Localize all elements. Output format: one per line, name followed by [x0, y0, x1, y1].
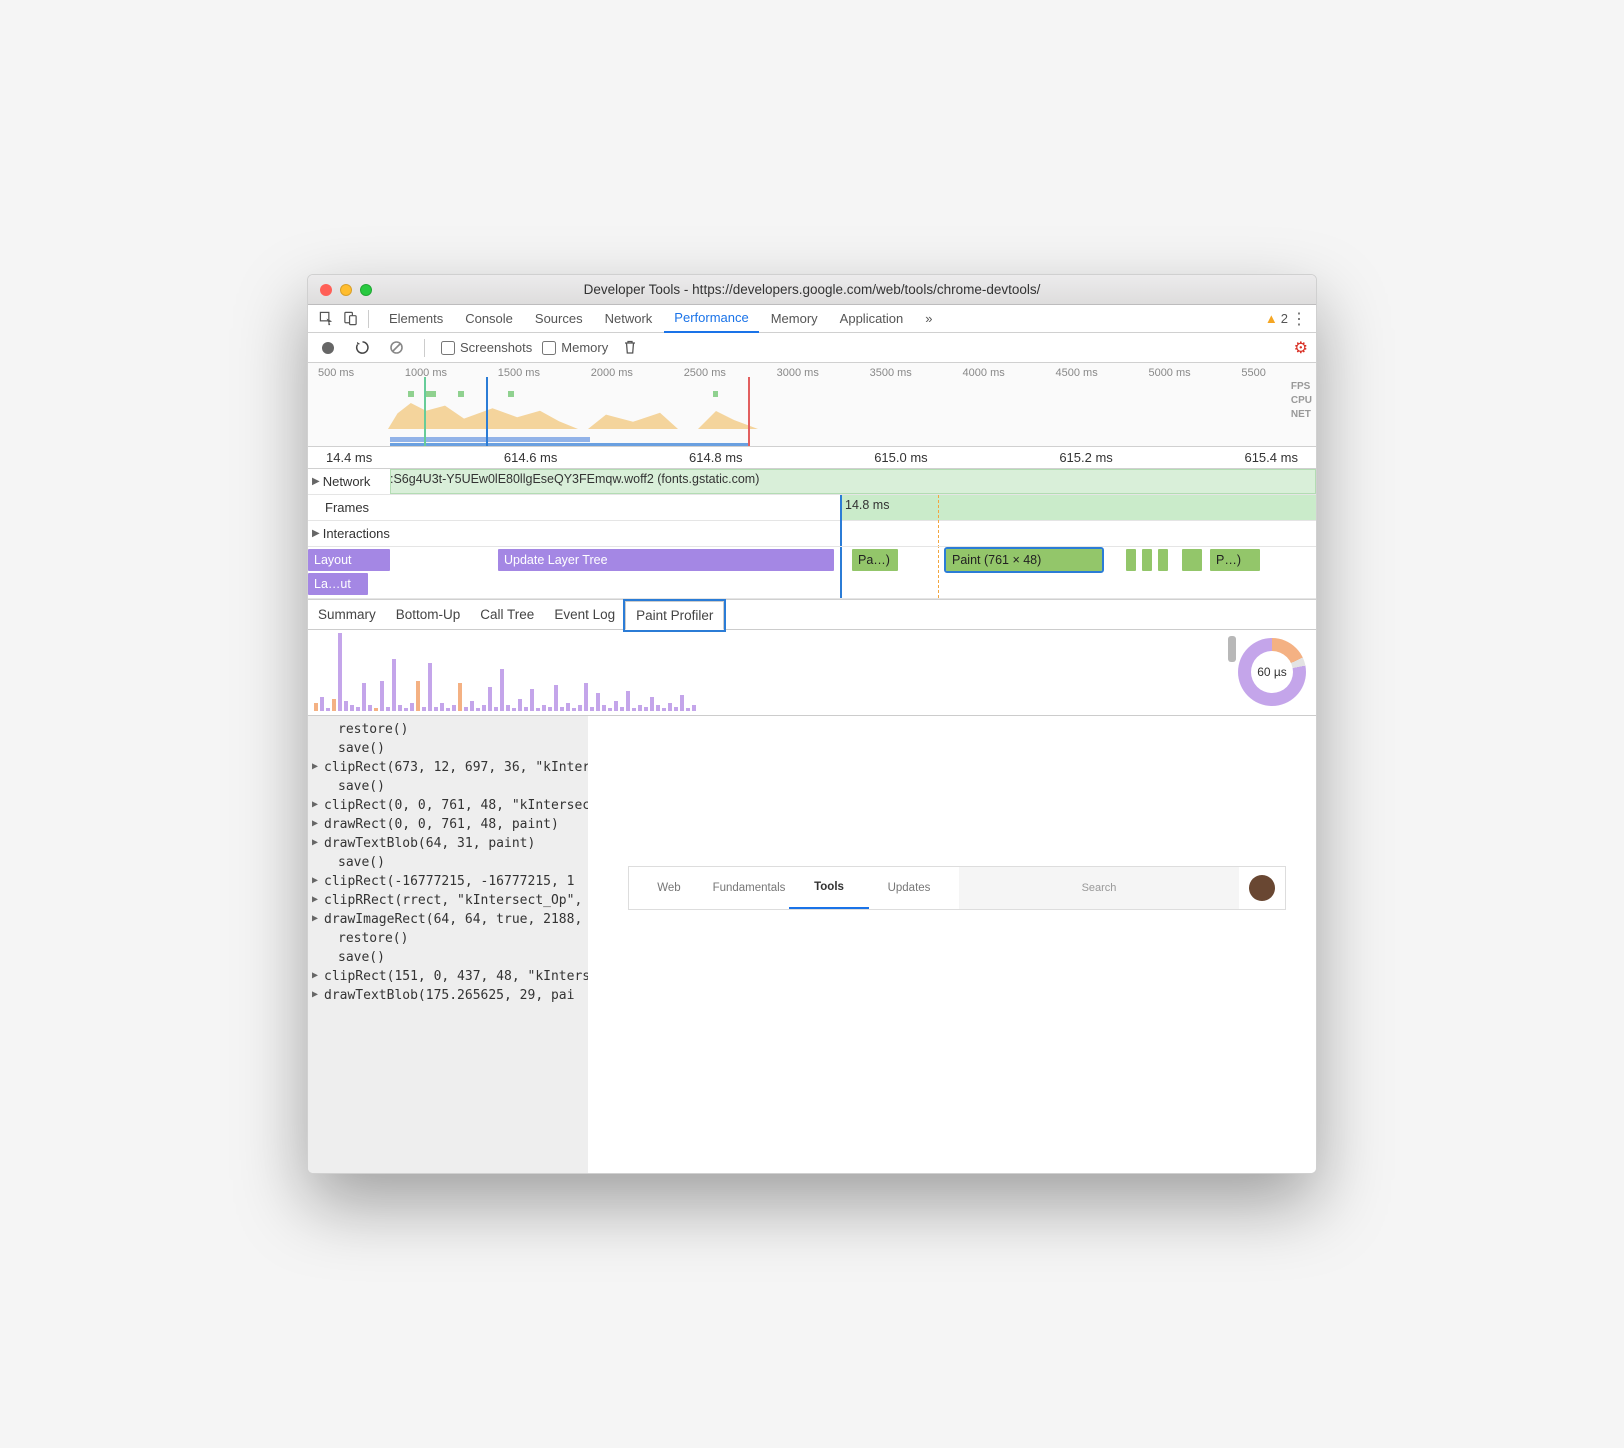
paint-command[interactable]: ▶drawRect(0, 0, 761, 48, paint) [308, 815, 588, 834]
tab-memory[interactable]: Memory [761, 305, 828, 333]
flame-update-layer-tree[interactable]: Update Layer Tree [498, 549, 834, 571]
flame-chunk[interactable] [1142, 549, 1152, 571]
paint-command[interactable]: restore() [308, 720, 588, 739]
paint-bar-chart[interactable] [314, 636, 1216, 711]
screenshots-checkbox[interactable]: Screenshots [441, 340, 532, 355]
window-controls [308, 284, 372, 296]
divider [424, 339, 425, 357]
perf-toolbar: Screenshots Memory ⚙ [308, 333, 1316, 363]
tab-console[interactable]: Console [455, 305, 523, 333]
warning-count: 2 [1281, 311, 1288, 326]
memory-checkbox[interactable]: Memory [542, 340, 608, 355]
warnings-badge[interactable]: ▲ 2 [1265, 311, 1288, 326]
paint-command[interactable]: restore() [308, 929, 588, 948]
titlebar[interactable]: Developer Tools - https://developers.goo… [308, 275, 1316, 305]
track-interactions[interactable]: ▶Interactions [308, 521, 1316, 547]
paint-command[interactable]: ▶clipRect(673, 12, 697, 36, "kInterse [308, 758, 588, 777]
paint-command[interactable]: ▶clipRect(151, 0, 437, 48, "kInterse [308, 967, 588, 986]
flame-layout[interactable]: Layout [308, 549, 390, 571]
paint-command-list[interactable]: restore()save()▶clipRect(673, 12, 697, 3… [308, 716, 588, 1173]
devtools-window: Developer Tools - https://developers.goo… [307, 274, 1317, 1174]
tab-sources[interactable]: Sources [525, 305, 593, 333]
flame-paint-tail[interactable]: P…) [1210, 549, 1260, 571]
frame-duration: 14.8 ms [845, 498, 889, 512]
settings-gear-icon[interactable]: ⚙ [1294, 338, 1308, 358]
tab-summary[interactable]: Summary [308, 600, 386, 629]
device-toggle-icon[interactable] [338, 307, 362, 331]
record-icon[interactable] [316, 336, 340, 360]
tab-eventlog[interactable]: Event Log [544, 600, 625, 629]
track-frames[interactable]: Frames 14.8 ms [308, 495, 1316, 521]
preview-tab-fundamentals: Fundamentals [709, 867, 789, 909]
track-main[interactable]: ▼Main Layout La…ut Update Layer Tree Pa…… [308, 547, 1316, 599]
paint-time-donut: 60 µs [1238, 638, 1306, 706]
track-network[interactable]: ▶Network :S6g4U3t-Y5UEw0lE80llgEseQY3FEm… [308, 469, 1316, 495]
paint-command[interactable]: save() [308, 777, 588, 796]
tab-calltree[interactable]: Call Tree [470, 600, 544, 629]
paint-profiler-body: restore()save()▶clipRect(673, 12, 697, 3… [308, 716, 1316, 1173]
preview-tab-tools: Tools [789, 867, 869, 909]
detail-ruler[interactable]: 14.4 ms614.6 ms614.8 ms615.0 ms615.2 ms6… [308, 447, 1316, 469]
paint-command[interactable]: ▶drawImageRect(64, 64, true, 2188, [308, 910, 588, 929]
paint-command[interactable]: save() [308, 853, 588, 872]
tab-paint-profiler[interactable]: Paint Profiler [625, 601, 724, 630]
divider [368, 310, 369, 328]
preview-search: Search [959, 867, 1239, 909]
inspect-icon[interactable] [314, 307, 338, 331]
window-title: Developer Tools - https://developers.goo… [308, 282, 1316, 297]
tabs-overflow-icon[interactable]: » [915, 305, 942, 333]
clear-icon[interactable] [384, 336, 408, 360]
panel-tabs: Elements Console Sources Network Perform… [379, 305, 1265, 333]
paint-command[interactable]: save() [308, 948, 588, 967]
paint-command[interactable]: ▶clipRect(0, 0, 761, 48, "kIntersect_ [308, 796, 588, 815]
preview-navbar: Web Fundamentals Tools Updates Search [628, 866, 1286, 910]
close-icon[interactable] [320, 284, 332, 296]
preview-tab-updates: Updates [869, 867, 949, 909]
trash-icon[interactable] [618, 336, 642, 360]
flame-chunk[interactable] [1126, 549, 1136, 571]
tab-network[interactable]: Network [595, 305, 663, 333]
chart-scrollbar[interactable] [1228, 636, 1236, 662]
kebab-menu-icon[interactable]: ⋮ [1288, 309, 1310, 329]
profiler-tabs: Summary Bottom-Up Call Tree Event Log Pa… [308, 600, 1316, 630]
tab-performance[interactable]: Performance [664, 305, 758, 333]
paint-command[interactable]: ▶clipRRect(rrect, "kIntersect_Op", t [308, 891, 588, 910]
paint-command[interactable]: ▶drawTextBlob(175.265625, 29, pai [308, 986, 588, 1005]
flame-chunk[interactable] [1158, 549, 1168, 571]
paint-command[interactable]: ▶clipRect(-16777215, -16777215, 1 [308, 872, 588, 891]
tracks: ▶Network :S6g4U3t-Y5UEw0lE80llgEseQY3FEm… [308, 469, 1316, 600]
maximize-icon[interactable] [360, 284, 372, 296]
paint-profiler-chart[interactable]: 60 µs [308, 630, 1316, 716]
flame-paint-selected[interactable]: Paint (761 × 48) [946, 549, 1102, 571]
avatar [1249, 875, 1275, 901]
tab-elements[interactable]: Elements [379, 305, 453, 333]
overview-lane-labels: FPSCPUNET [1291, 381, 1312, 420]
flame-layout2[interactable]: La…ut [308, 573, 368, 595]
timeline-overview[interactable]: 500 ms1000 ms1500 ms2000 ms2500 ms3000 m… [308, 363, 1316, 447]
paint-command[interactable]: ▶drawTextBlob(64, 31, paint) [308, 834, 588, 853]
tab-application[interactable]: Application [830, 305, 914, 333]
warning-icon: ▲ [1265, 311, 1278, 326]
flame-paint-small[interactable]: Pa…) [852, 549, 898, 571]
minimize-icon[interactable] [340, 284, 352, 296]
main-toolbar: Elements Console Sources Network Perform… [308, 305, 1316, 333]
flame-chunk[interactable] [1182, 549, 1202, 571]
paint-preview[interactable]: Web Fundamentals Tools Updates Search [588, 716, 1316, 1173]
reload-icon[interactable] [350, 336, 374, 360]
paint-command[interactable]: save() [308, 739, 588, 758]
tab-bottomup[interactable]: Bottom-Up [386, 600, 471, 629]
preview-tab-web: Web [629, 867, 709, 909]
